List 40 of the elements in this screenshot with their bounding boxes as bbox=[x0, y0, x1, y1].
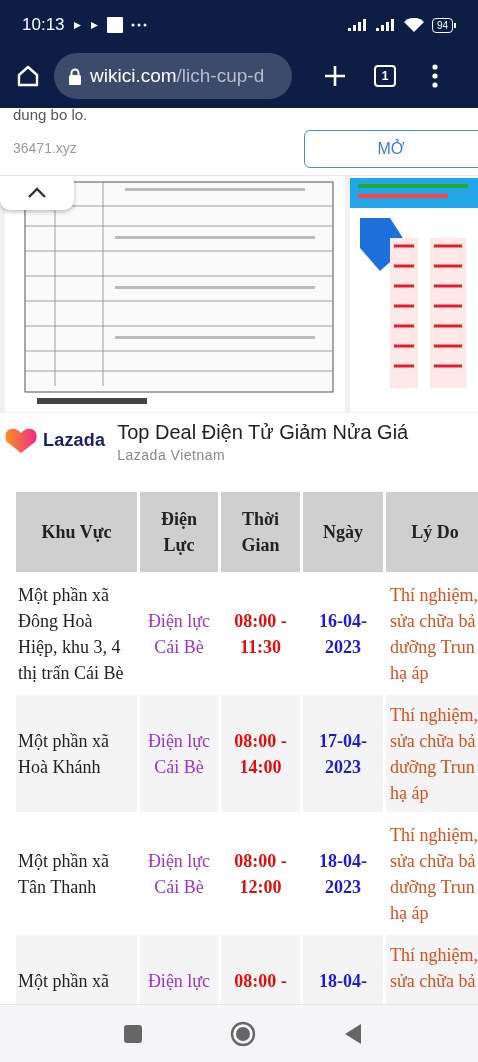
signal-icon bbox=[375, 19, 396, 31]
column-header: Ngày bbox=[303, 492, 383, 572]
column-header: Lý Do bbox=[386, 492, 478, 572]
wifi-icon bbox=[403, 17, 424, 33]
area-cell: Một phần xã Hoà Khánh bbox=[16, 695, 137, 812]
ad-title[interactable]: Top Deal Điện Tử Giảm Nửa Giá bbox=[117, 421, 409, 444]
address-bar[interactable]: wikici.com/lich-cup-d bbox=[54, 53, 292, 99]
signal-icon bbox=[347, 19, 368, 31]
clock-time: 10:13 bbox=[22, 15, 65, 35]
square-icon bbox=[106, 17, 123, 33]
chevron-up-icon bbox=[27, 187, 47, 199]
time-cell: 08:00 - bbox=[221, 935, 300, 1004]
plus-icon[interactable] bbox=[324, 65, 346, 87]
time-cell: 08:00 - 14:00 bbox=[221, 695, 300, 812]
power-company-cell: Điện lực bbox=[140, 935, 218, 1004]
column-header: Thời Gian bbox=[221, 492, 300, 572]
tab-count[interactable]: 1 bbox=[374, 65, 396, 87]
ad-domain: 36471.xyz bbox=[13, 140, 77, 156]
more-icon bbox=[130, 23, 147, 27]
open-button[interactable]: MỞ bbox=[304, 130, 478, 168]
ad-text: dung bo lo. bbox=[13, 108, 88, 123]
date-cell: 18-04- bbox=[303, 935, 383, 1004]
column-header: Khu Vực bbox=[16, 492, 137, 572]
column-header: Điện Lực bbox=[140, 492, 218, 572]
power-company-cell: Điện lực Cái Bè bbox=[140, 695, 218, 812]
reason-cell: Thí nghiệm, sửa chữa bả dưỡng Trun hạ áp bbox=[386, 695, 478, 812]
url-text: wikici.com/lich-cup-d bbox=[90, 65, 265, 87]
back-icon[interactable] bbox=[344, 1023, 362, 1044]
reason-cell: Thí nghiệm, sửa chữa bả bbox=[386, 935, 478, 1004]
area-cell: Một phần xã bbox=[16, 935, 137, 1004]
home-icon[interactable] bbox=[16, 64, 40, 88]
battery-level: 94 bbox=[431, 17, 453, 33]
recents-icon[interactable] bbox=[124, 1024, 142, 1043]
menu-icon[interactable] bbox=[432, 64, 438, 88]
ad-advertiser: Lazada Vietnam bbox=[117, 447, 227, 463]
home-button-icon[interactable] bbox=[230, 1020, 256, 1047]
heart-icon bbox=[5, 427, 37, 453]
lock-icon bbox=[68, 67, 82, 85]
brand-logo: Lazada bbox=[43, 429, 106, 451]
date-cell: 17-04- 2023 bbox=[303, 695, 383, 812]
